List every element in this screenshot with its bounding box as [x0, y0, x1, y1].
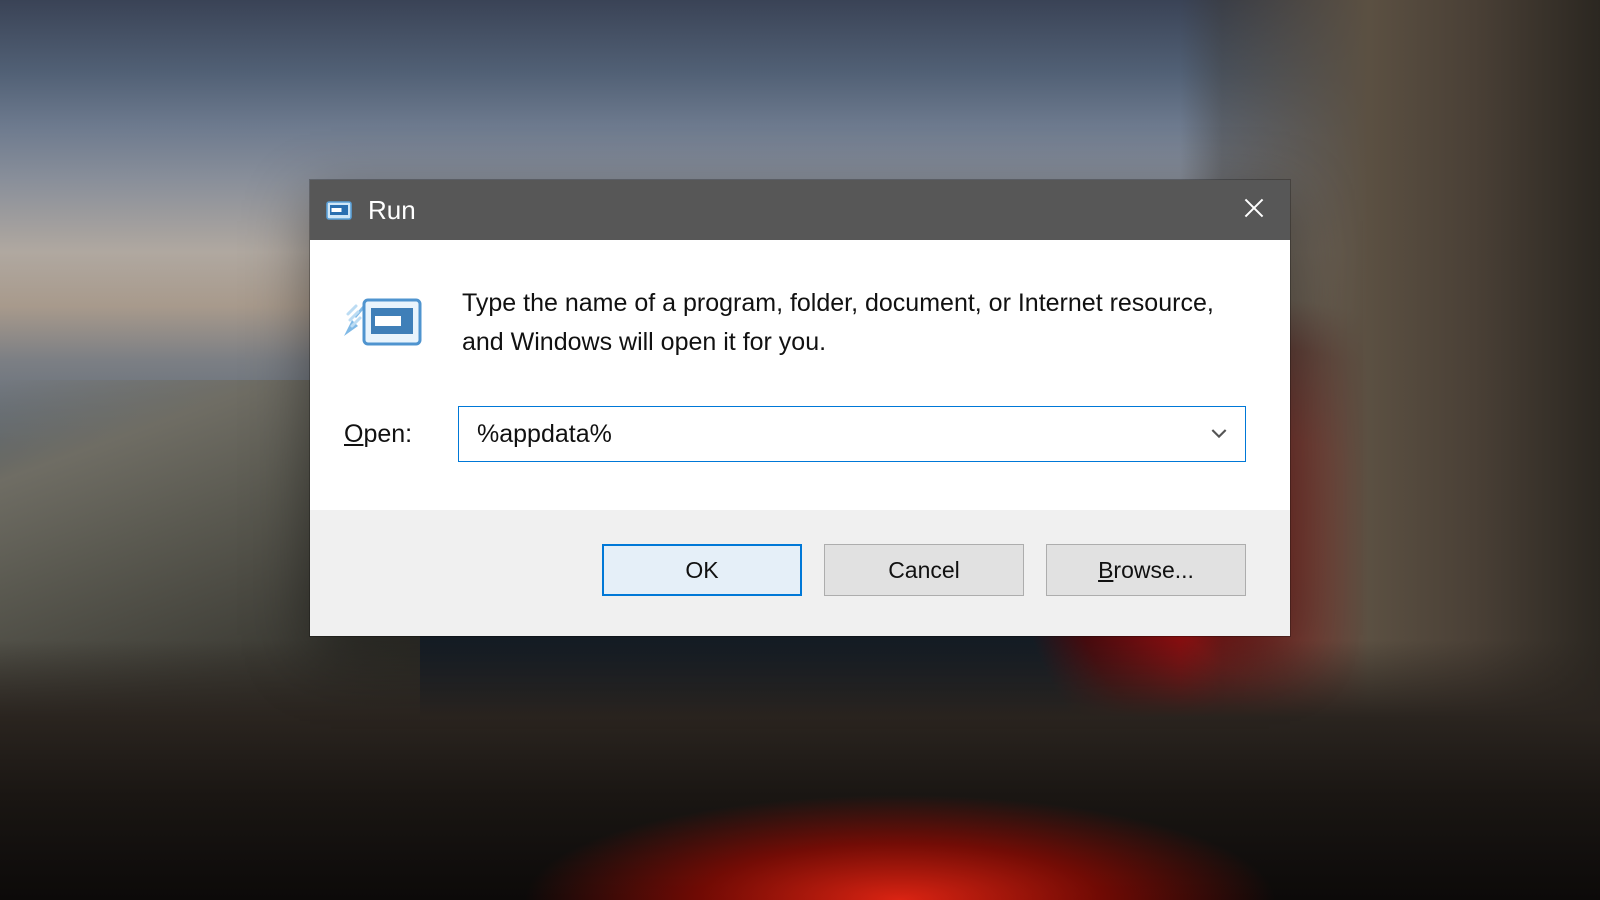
cancel-button-label: Cancel [888, 557, 960, 584]
chevron-down-icon[interactable] [1205, 420, 1233, 448]
run-icon [344, 290, 428, 362]
button-row: OK Cancel Browse... [310, 510, 1290, 636]
cancel-button[interactable]: Cancel [824, 544, 1024, 596]
titlebar[interactable]: Run [310, 180, 1290, 240]
open-label: Open: [344, 420, 428, 449]
ok-button[interactable]: OK [602, 544, 802, 596]
content-area: Type the name of a program, folder, docu… [310, 240, 1290, 406]
close-icon [1244, 198, 1264, 223]
wallpaper-rock-bottom [0, 640, 1600, 900]
open-input[interactable] [477, 420, 1205, 449]
browse-button-label: Browse... [1098, 557, 1194, 584]
dialog-title: Run [368, 195, 416, 226]
run-icon [326, 199, 354, 221]
dialog-description: Type the name of a program, folder, docu… [462, 284, 1222, 362]
open-combobox[interactable] [458, 406, 1246, 462]
ok-button-label: OK [685, 557, 718, 584]
close-button[interactable] [1218, 180, 1290, 240]
input-row: Open: [310, 406, 1290, 510]
run-dialog: Run [310, 180, 1290, 636]
browse-button[interactable]: Browse... [1046, 544, 1246, 596]
desktop-wallpaper: Run [0, 0, 1600, 900]
